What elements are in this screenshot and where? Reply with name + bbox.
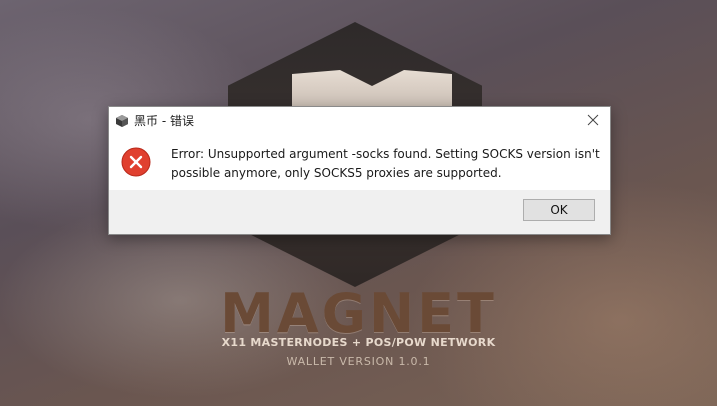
dialog-button-bar: OK [109,190,610,234]
dialog-content: Error: Unsupported argument -socks found… [109,133,610,190]
ok-button[interactable]: OK [523,199,595,221]
error-dialog: 黑币 - 错误 Error: Unsupported argument -soc… [108,106,611,235]
error-icon [121,147,151,177]
error-message: Error: Unsupported argument -socks found… [171,145,601,183]
close-icon [587,114,599,126]
dialog-titlebar[interactable]: 黑币 - 错误 [109,107,610,133]
wallet-version: WALLET VERSION 1.0.1 [286,355,431,368]
error-message-line1: Error: Unsupported argument -socks found… [171,147,600,161]
cube-app-icon [115,113,129,127]
error-message-line2: possible anymore, only SOCKS5 proxies ar… [171,166,502,180]
dialog-title: 黑币 - 错误 [134,114,194,128]
close-button[interactable] [576,107,610,133]
brand-tagline: X11 MASTERNODES + POS/POW NETWORK [221,336,496,349]
